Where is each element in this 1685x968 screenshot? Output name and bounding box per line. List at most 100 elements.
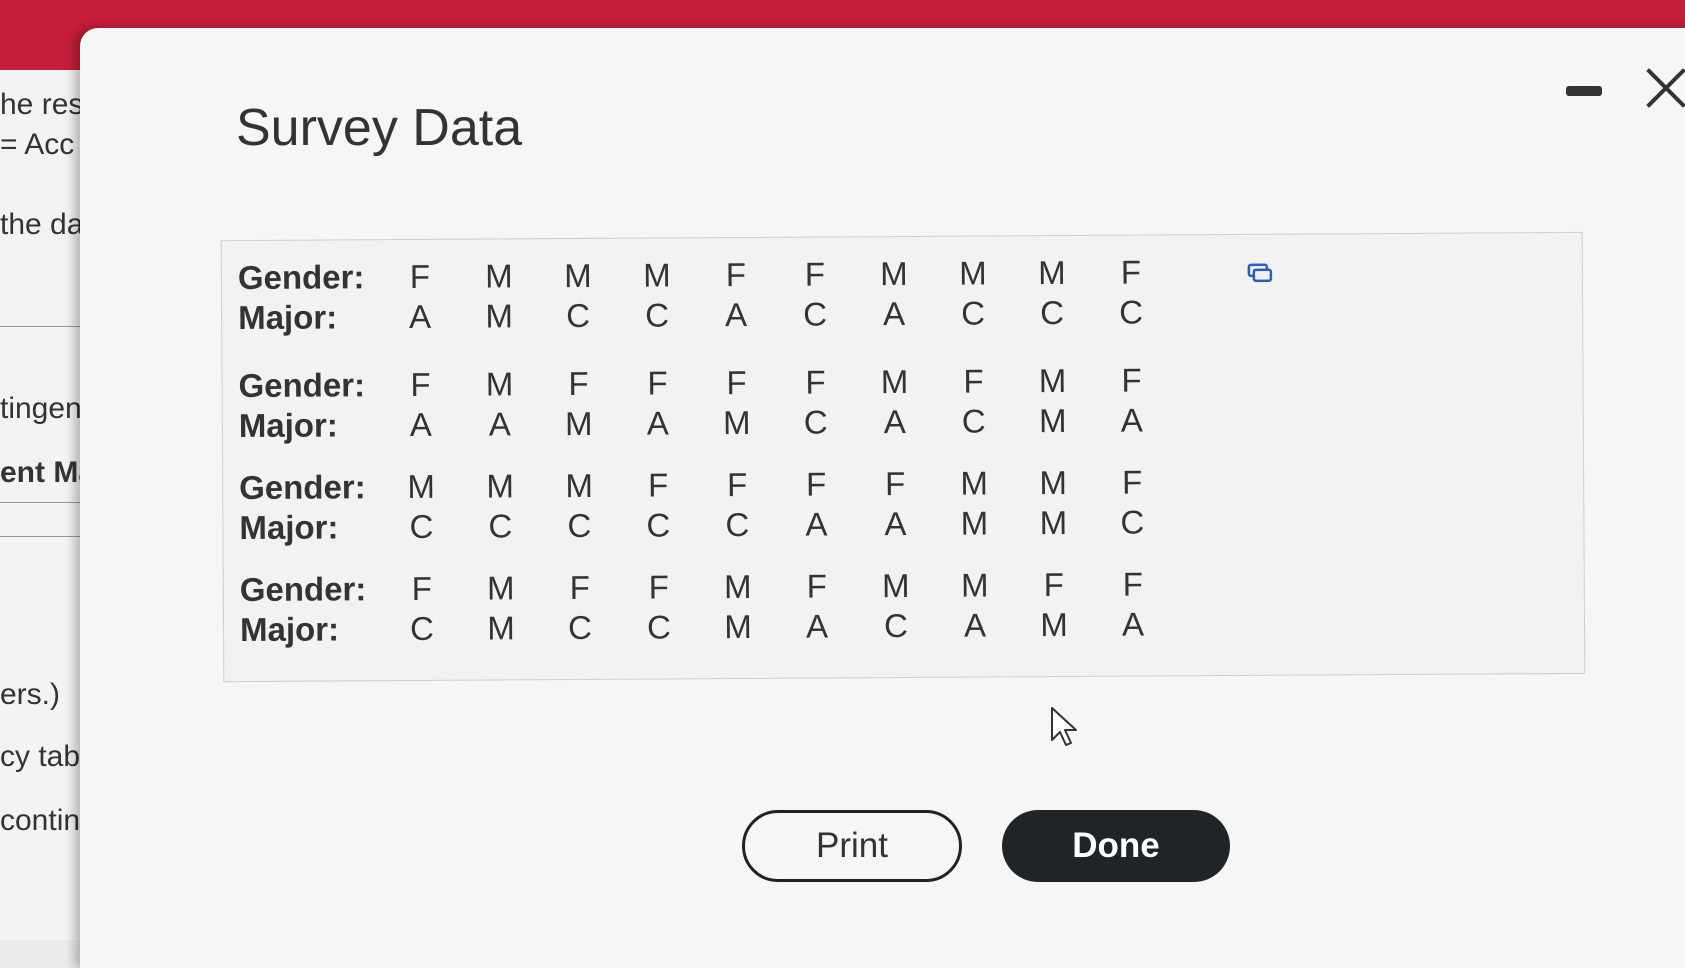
- gender-cell: F: [806, 567, 827, 605]
- major-cell: C: [725, 505, 750, 544]
- major-cell: C: [567, 506, 592, 545]
- major-cell: A: [884, 504, 907, 543]
- major-cell: M: [485, 297, 513, 335]
- gender-cell: F: [726, 465, 748, 504]
- gender-cell: F: [1121, 463, 1143, 501]
- major-cell: A: [883, 402, 906, 441]
- major-cell: C: [961, 402, 986, 440]
- background-text: the dat: [0, 208, 92, 241]
- gender-cell: M: [486, 569, 515, 607]
- major-cell: A: [646, 404, 669, 442]
- major-cell: C: [410, 609, 435, 648]
- major-cell: C: [645, 296, 670, 334]
- major-cell: A: [882, 294, 906, 333]
- gender-cell: M: [960, 464, 989, 502]
- major-cell: A: [963, 606, 987, 644]
- survey-data-dialog: Survey Data Gender: F M M M F F M M M F Major: A M C C A…: [80, 28, 1685, 968]
- major-cell: C: [566, 296, 591, 335]
- gender-label: Gender:: [238, 366, 366, 405]
- major-cell: A: [409, 297, 432, 336]
- gender-cell: F: [726, 363, 747, 402]
- gender-cell: M: [960, 566, 989, 604]
- gender-cell: F: [410, 365, 431, 404]
- gender-cell: F: [1043, 566, 1064, 604]
- gender-cell: M: [723, 567, 752, 606]
- major-cell: A: [409, 405, 432, 444]
- major-cell: C: [803, 295, 828, 333]
- gender-cell: F: [725, 255, 747, 294]
- major-cell: C: [803, 403, 828, 441]
- survey-group: Gender: F M F F M F M M F F Major: C M C C M A C A M A: [224, 563, 1585, 661]
- major-cell: M: [487, 609, 515, 647]
- major-cell: C: [883, 606, 909, 645]
- major-cell: M: [564, 404, 593, 443]
- background-text: = Acc: [0, 128, 75, 161]
- gender-cell: M: [407, 467, 436, 506]
- gender-cell: F: [1121, 361, 1142, 399]
- gender-cell: F: [409, 257, 431, 296]
- major-label: Major:: [239, 610, 340, 649]
- survey-group: Gender: F M F F F F M F M F Major: A A M A M C A C M A: [222, 359, 1583, 457]
- major-cell: A: [805, 607, 829, 645]
- gender-cell: M: [564, 256, 592, 295]
- gender-cell: M: [485, 257, 513, 295]
- major-cell: A: [805, 505, 828, 543]
- major-label: Major:: [238, 406, 338, 445]
- major-cell: M: [960, 504, 989, 542]
- background-text: he res: [0, 88, 84, 121]
- gender-cell: M: [485, 365, 514, 403]
- major-cell: C: [1040, 294, 1065, 332]
- gender-cell: F: [647, 466, 669, 504]
- background-text: ers.): [0, 678, 60, 711]
- gender-cell: M: [1038, 254, 1066, 292]
- mouse-cursor-icon: [1051, 707, 1077, 746]
- major-cell: A: [1121, 605, 1145, 643]
- gender-cell: F: [1120, 253, 1142, 291]
- major-cell: A: [724, 295, 748, 334]
- major-cell: C: [488, 507, 513, 545]
- dialog-title: Survey Data: [236, 99, 523, 157]
- major-label: Major:: [239, 508, 339, 547]
- major-cell: C: [1119, 293, 1144, 331]
- major-cell: M: [724, 607, 752, 646]
- major-row: Major: C M C C M A C A M A: [224, 603, 1584, 651]
- gender-cell: M: [1038, 362, 1067, 400]
- close-icon[interactable]: [1642, 64, 1685, 112]
- gender-cell: F: [805, 363, 826, 401]
- survey-group: Gender: M M M F F F F M M F Major: C C C C C A A M M C: [223, 461, 1584, 559]
- major-cell: C: [568, 608, 593, 647]
- gender-label: Gender:: [239, 570, 367, 609]
- done-button[interactable]: Done: [1002, 810, 1230, 882]
- minimize-icon[interactable]: [1566, 86, 1602, 96]
- gender-cell: F: [884, 464, 906, 503]
- major-cell: A: [488, 405, 511, 443]
- gender-cell: F: [805, 465, 827, 503]
- major-cell: A: [1120, 401, 1143, 439]
- print-button[interactable]: Print: [742, 810, 962, 882]
- major-cell: C: [646, 608, 672, 646]
- survey-group: Gender: F M M M F F M M M F Major: A M C C A C A C C C: [222, 251, 1583, 349]
- major-cell: C: [1120, 503, 1145, 541]
- gender-cell: F: [963, 362, 984, 400]
- gender-cell: F: [647, 364, 668, 402]
- gender-cell: M: [565, 466, 594, 505]
- gender-cell: M: [880, 362, 909, 401]
- gender-label: Gender:: [237, 258, 365, 297]
- major-row: Major: A A M A M C A C M A: [223, 399, 1583, 447]
- gender-cell: F: [1122, 565, 1143, 603]
- major-row: Major: C C C C C A A M M C: [223, 501, 1583, 549]
- major-label: Major:: [238, 298, 338, 337]
- gender-label: Gender:: [239, 468, 366, 507]
- major-cell: C: [409, 507, 434, 546]
- gender-cell: M: [881, 566, 910, 605]
- gender-cell: M: [486, 467, 515, 505]
- gender-cell: F: [648, 568, 669, 606]
- gender-cell: F: [411, 569, 432, 608]
- major-row: Major: A M C C A C A C C C: [222, 291, 1582, 339]
- major-cell: M: [722, 403, 751, 442]
- gender-cell: F: [568, 364, 589, 403]
- major-cell: M: [1040, 605, 1068, 644]
- major-cell: M: [1039, 503, 1068, 542]
- major-cell: C: [961, 294, 986, 332]
- gender-cell: F: [804, 255, 826, 293]
